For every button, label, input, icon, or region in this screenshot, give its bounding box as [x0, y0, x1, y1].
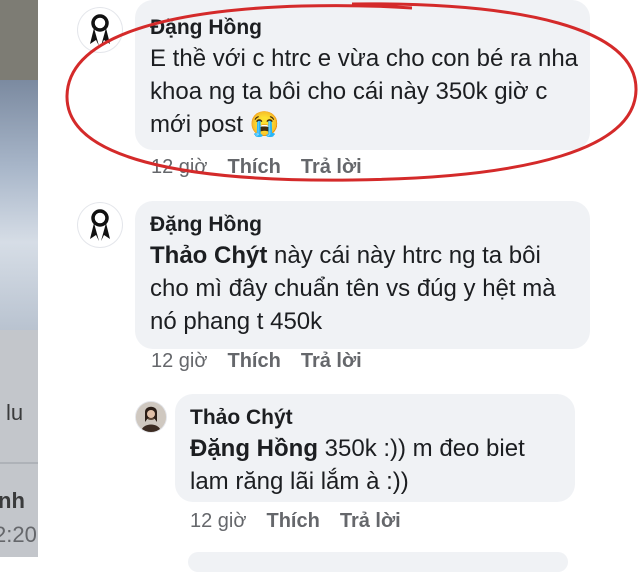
comment-author[interactable]: Thảo Chýt [190, 406, 293, 430]
comment-author[interactable]: Đặng Hồng [150, 213, 262, 237]
comment-time[interactable]: 12 giờ [190, 510, 246, 532]
comment-actions: 12 giờ Thích Trả lời [190, 510, 421, 533]
like-button[interactable]: Thích [266, 510, 319, 532]
comment-time[interactable]: 12 giờ [151, 350, 207, 372]
profile-photo-avatar [136, 402, 166, 432]
like-button[interactable]: Thích [227, 350, 280, 372]
comment-text: Thảo Chýt này cái này htrc ng ta bôi cho… [150, 239, 585, 338]
comment-item: Đặng Hồng Thảo Chýt này cái này htrc ng … [0, 195, 640, 385]
comment-actions: 12 giờ Thích Trả lời [151, 350, 382, 373]
annotation-circle [65, 2, 638, 182]
mention-link[interactable]: Thảo Chýt [150, 242, 267, 269]
reply-item: Thảo Chýt Đặng Hồng 350k :)) m đeo biet … [0, 392, 640, 552]
reply-button[interactable]: Trả lời [301, 350, 362, 372]
next-comment-bubble [188, 552, 568, 572]
ribbon-avatar-icon [90, 209, 110, 241]
mention-link[interactable]: Đặng Hồng [190, 435, 318, 462]
comment-text: Đặng Hồng 350k :)) m đeo biet lam răng l… [190, 432, 570, 498]
avatar[interactable] [136, 402, 166, 432]
reply-button[interactable]: Trả lời [340, 510, 401, 532]
avatar[interactable] [78, 203, 122, 247]
